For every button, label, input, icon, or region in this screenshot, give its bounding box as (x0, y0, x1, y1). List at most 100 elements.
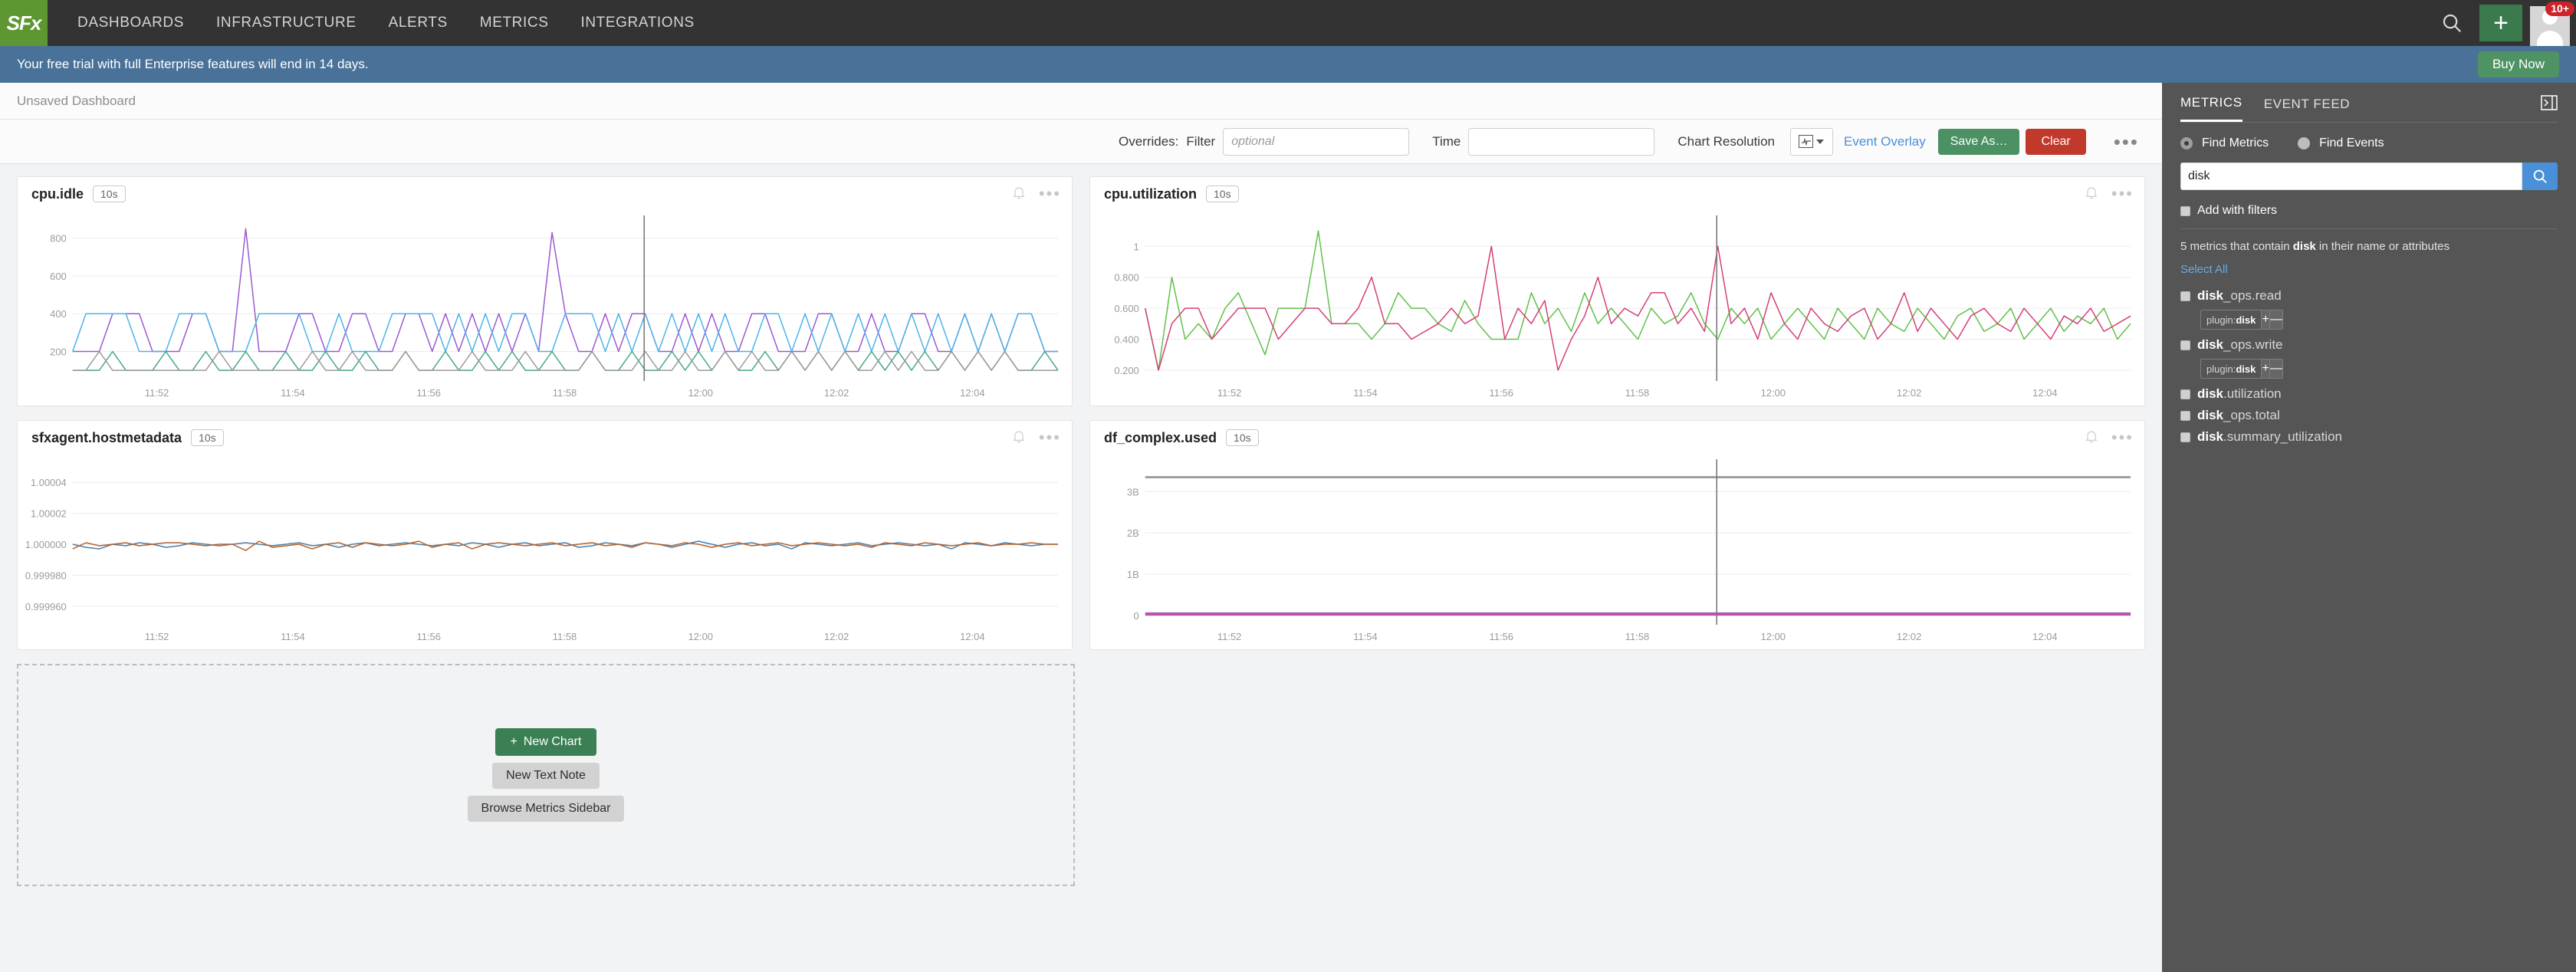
sidebar-divider-2 (2180, 228, 2558, 229)
chart-header-icons: ••• (1013, 186, 1061, 203)
browse-metrics-sidebar-button[interactable]: Browse Metrics Sidebar (467, 796, 625, 822)
alert-bell-icon[interactable] (1013, 429, 1025, 447)
trial-message: Your free trial with full Enterprise fea… (17, 57, 369, 71)
svg-text:11:56: 11:56 (417, 387, 441, 399)
metric-name: disk_ops.total (2197, 408, 2280, 423)
chart-more-menu-icon[interactable]: ••• (1039, 186, 1061, 202)
metric-checkbox[interactable] (2180, 389, 2190, 399)
nav-item-infrastructure[interactable]: INFRASTRUCTURE (200, 0, 373, 46)
new-chart-button[interactable]: + New Chart (495, 728, 597, 756)
chart-more-menu-icon[interactable]: ••• (2111, 429, 2134, 446)
metric-checkbox[interactable] (2180, 410, 2190, 421)
svg-text:0.400: 0.400 (1114, 333, 1138, 345)
svg-text:11:54: 11:54 (281, 387, 304, 399)
nav-item-integrations[interactable]: INTEGRATIONS (564, 0, 710, 46)
radio-find-events-label[interactable]: Find Events (2319, 136, 2384, 150)
chart-resolution-pill: 10s (1206, 186, 1239, 202)
metric-name: disk_ops.write (2197, 337, 2283, 353)
metric-tag-key: plugin: (2206, 363, 2236, 375)
nav-item-dashboards[interactable]: DASHBOARDS (61, 0, 200, 46)
metric-checkbox[interactable] (2180, 291, 2190, 301)
metric-checkbox[interactable] (2180, 432, 2190, 442)
clear-button[interactable]: Clear (2026, 128, 2086, 155)
chart-header: df_complex.used 10s ••• (1090, 421, 2144, 455)
metric-name-match: disk (2197, 386, 2224, 401)
metric-checkbox[interactable] (2180, 340, 2190, 350)
metric-tag-remove-button[interactable]: — (2269, 310, 2282, 329)
tab-event-feed[interactable]: EVENT FEED (2264, 97, 2350, 121)
event-overlay-link[interactable]: Event Overlay (1844, 134, 1926, 149)
charts-row-3: + New Chart New Text Note Browse Metrics… (17, 664, 2145, 886)
metric-search-button[interactable] (2522, 163, 2558, 190)
alert-bell-icon[interactable] (1013, 186, 1025, 203)
chart-plot-area[interactable]: 0.200 0.400 0.600 0.800 1 11:52 11:54 11:56 11:5… (1090, 211, 2144, 406)
svg-text:11:58: 11:58 (553, 631, 577, 642)
nav-item-alerts[interactable]: ALERTS (373, 0, 464, 46)
radio-find-events[interactable] (2298, 137, 2311, 149)
chart-resolution-label: Chart Resolution (1677, 133, 1775, 149)
plus-icon[interactable]: + (2479, 5, 2522, 41)
chart-plot-area[interactable]: 1.00004 1.00002 1.000000 0.999980 0.999960 11… (18, 455, 1072, 649)
svg-text:0.600: 0.600 (1114, 303, 1138, 314)
new-text-note-button[interactable]: New Text Note (492, 763, 600, 789)
collapse-panel-icon[interactable] (2541, 95, 2558, 114)
svg-text:11:54: 11:54 (1353, 631, 1377, 642)
metric-tag-text: plugin: disk (2201, 310, 2261, 329)
list-item[interactable]: disk.utilization (2180, 386, 2558, 402)
avatar[interactable]: 10+ (2528, 0, 2574, 46)
filter-input[interactable] (1223, 127, 1410, 156)
svg-text:11:56: 11:56 (417, 631, 441, 642)
chart-resolution-select[interactable] (1789, 127, 1833, 156)
svg-text:12:04: 12:04 (960, 387, 984, 399)
chart-glyph-icon (1799, 135, 1814, 148)
nav-right-actions: + 10+ (2427, 0, 2576, 46)
metric-search-input[interactable] (2180, 163, 2522, 190)
svg-text:12:00: 12:00 (1761, 387, 1786, 399)
list-item[interactable]: disk_ops.read (2180, 288, 2558, 304)
metric-tag-add-button[interactable]: + (2261, 310, 2269, 329)
chart-plot-area[interactable]: 200 400 600 800 11:52 11:54 11:56 11:58 12:00 12:… (18, 211, 1072, 406)
buy-now-button[interactable]: Buy Now (2477, 51, 2559, 77)
add-with-filters-label: Add with filters (2197, 204, 2278, 217)
list-item[interactable]: disk.summary_utilization (2180, 429, 2558, 445)
svg-text:11:58: 11:58 (1625, 387, 1649, 399)
tab-metrics[interactable]: METRICS (2180, 95, 2242, 122)
svg-text:800: 800 (50, 233, 67, 245)
svg-text:12:00: 12:00 (688, 631, 713, 642)
chart-header: cpu.idle 10s ••• (18, 177, 1072, 211)
search-icon[interactable] (2427, 0, 2476, 46)
save-as-button[interactable]: Save As… (1937, 128, 2020, 155)
notification-badge: 10+ (2545, 2, 2574, 17)
add-with-filters-row[interactable]: Add with filters (2180, 204, 2558, 218)
chart-more-menu-icon[interactable]: ••• (1039, 429, 1061, 446)
svg-text:0.999960: 0.999960 (25, 601, 67, 612)
chart-resolution-pill: 10s (191, 429, 224, 446)
metric-tag-key: plugin: (2206, 314, 2236, 326)
alert-bell-icon[interactable] (2085, 429, 2098, 447)
chart-title: cpu.idle (31, 186, 84, 202)
add-with-filters-checkbox[interactable] (2180, 205, 2190, 216)
toolbar-more-menu-icon[interactable]: ••• (2103, 132, 2150, 152)
trial-banner: Your free trial with full Enterprise fea… (0, 46, 2576, 83)
svg-text:11:52: 11:52 (1217, 631, 1241, 642)
metrics-sidebar: METRICS EVENT FEED Find Metrics Find Eve… (2162, 83, 2576, 972)
app-logo[interactable]: SFx (0, 0, 48, 46)
chart-plot-area[interactable]: 0 1B 2B 3B 11:52 11:54 11:56 11:58 12:00 12:02 12:… (1090, 455, 2144, 649)
page-title[interactable]: Unsaved Dashboard (17, 94, 136, 109)
metric-tag-remove-button[interactable]: — (2269, 360, 2282, 378)
metric-tag-add-button[interactable]: + (2261, 360, 2269, 378)
radio-find-metrics[interactable] (2180, 137, 2193, 149)
list-item[interactable]: disk_ops.write (2180, 337, 2558, 353)
radio-find-metrics-label[interactable]: Find Metrics (2202, 136, 2269, 150)
chart-more-menu-icon[interactable]: ••• (2111, 186, 2134, 202)
time-input[interactable] (1468, 127, 1655, 156)
alert-bell-icon[interactable] (2085, 186, 2098, 203)
metric-tag-text: plugin: disk (2201, 360, 2261, 378)
dashboard-main: Unsaved Dashboard Overrides: Filter Time… (0, 83, 2162, 972)
svg-text:1.00004: 1.00004 (31, 477, 67, 488)
select-all-link[interactable]: Select All (2180, 263, 2228, 276)
list-item[interactable]: disk_ops.total (2180, 408, 2558, 423)
charts-grid: cpu.idle 10s ••• 200 400 600 800 11:52 1… (0, 164, 2162, 972)
nav-item-metrics[interactable]: METRICS (464, 0, 565, 46)
metric-tag: plugin: disk + — (2200, 310, 2283, 330)
